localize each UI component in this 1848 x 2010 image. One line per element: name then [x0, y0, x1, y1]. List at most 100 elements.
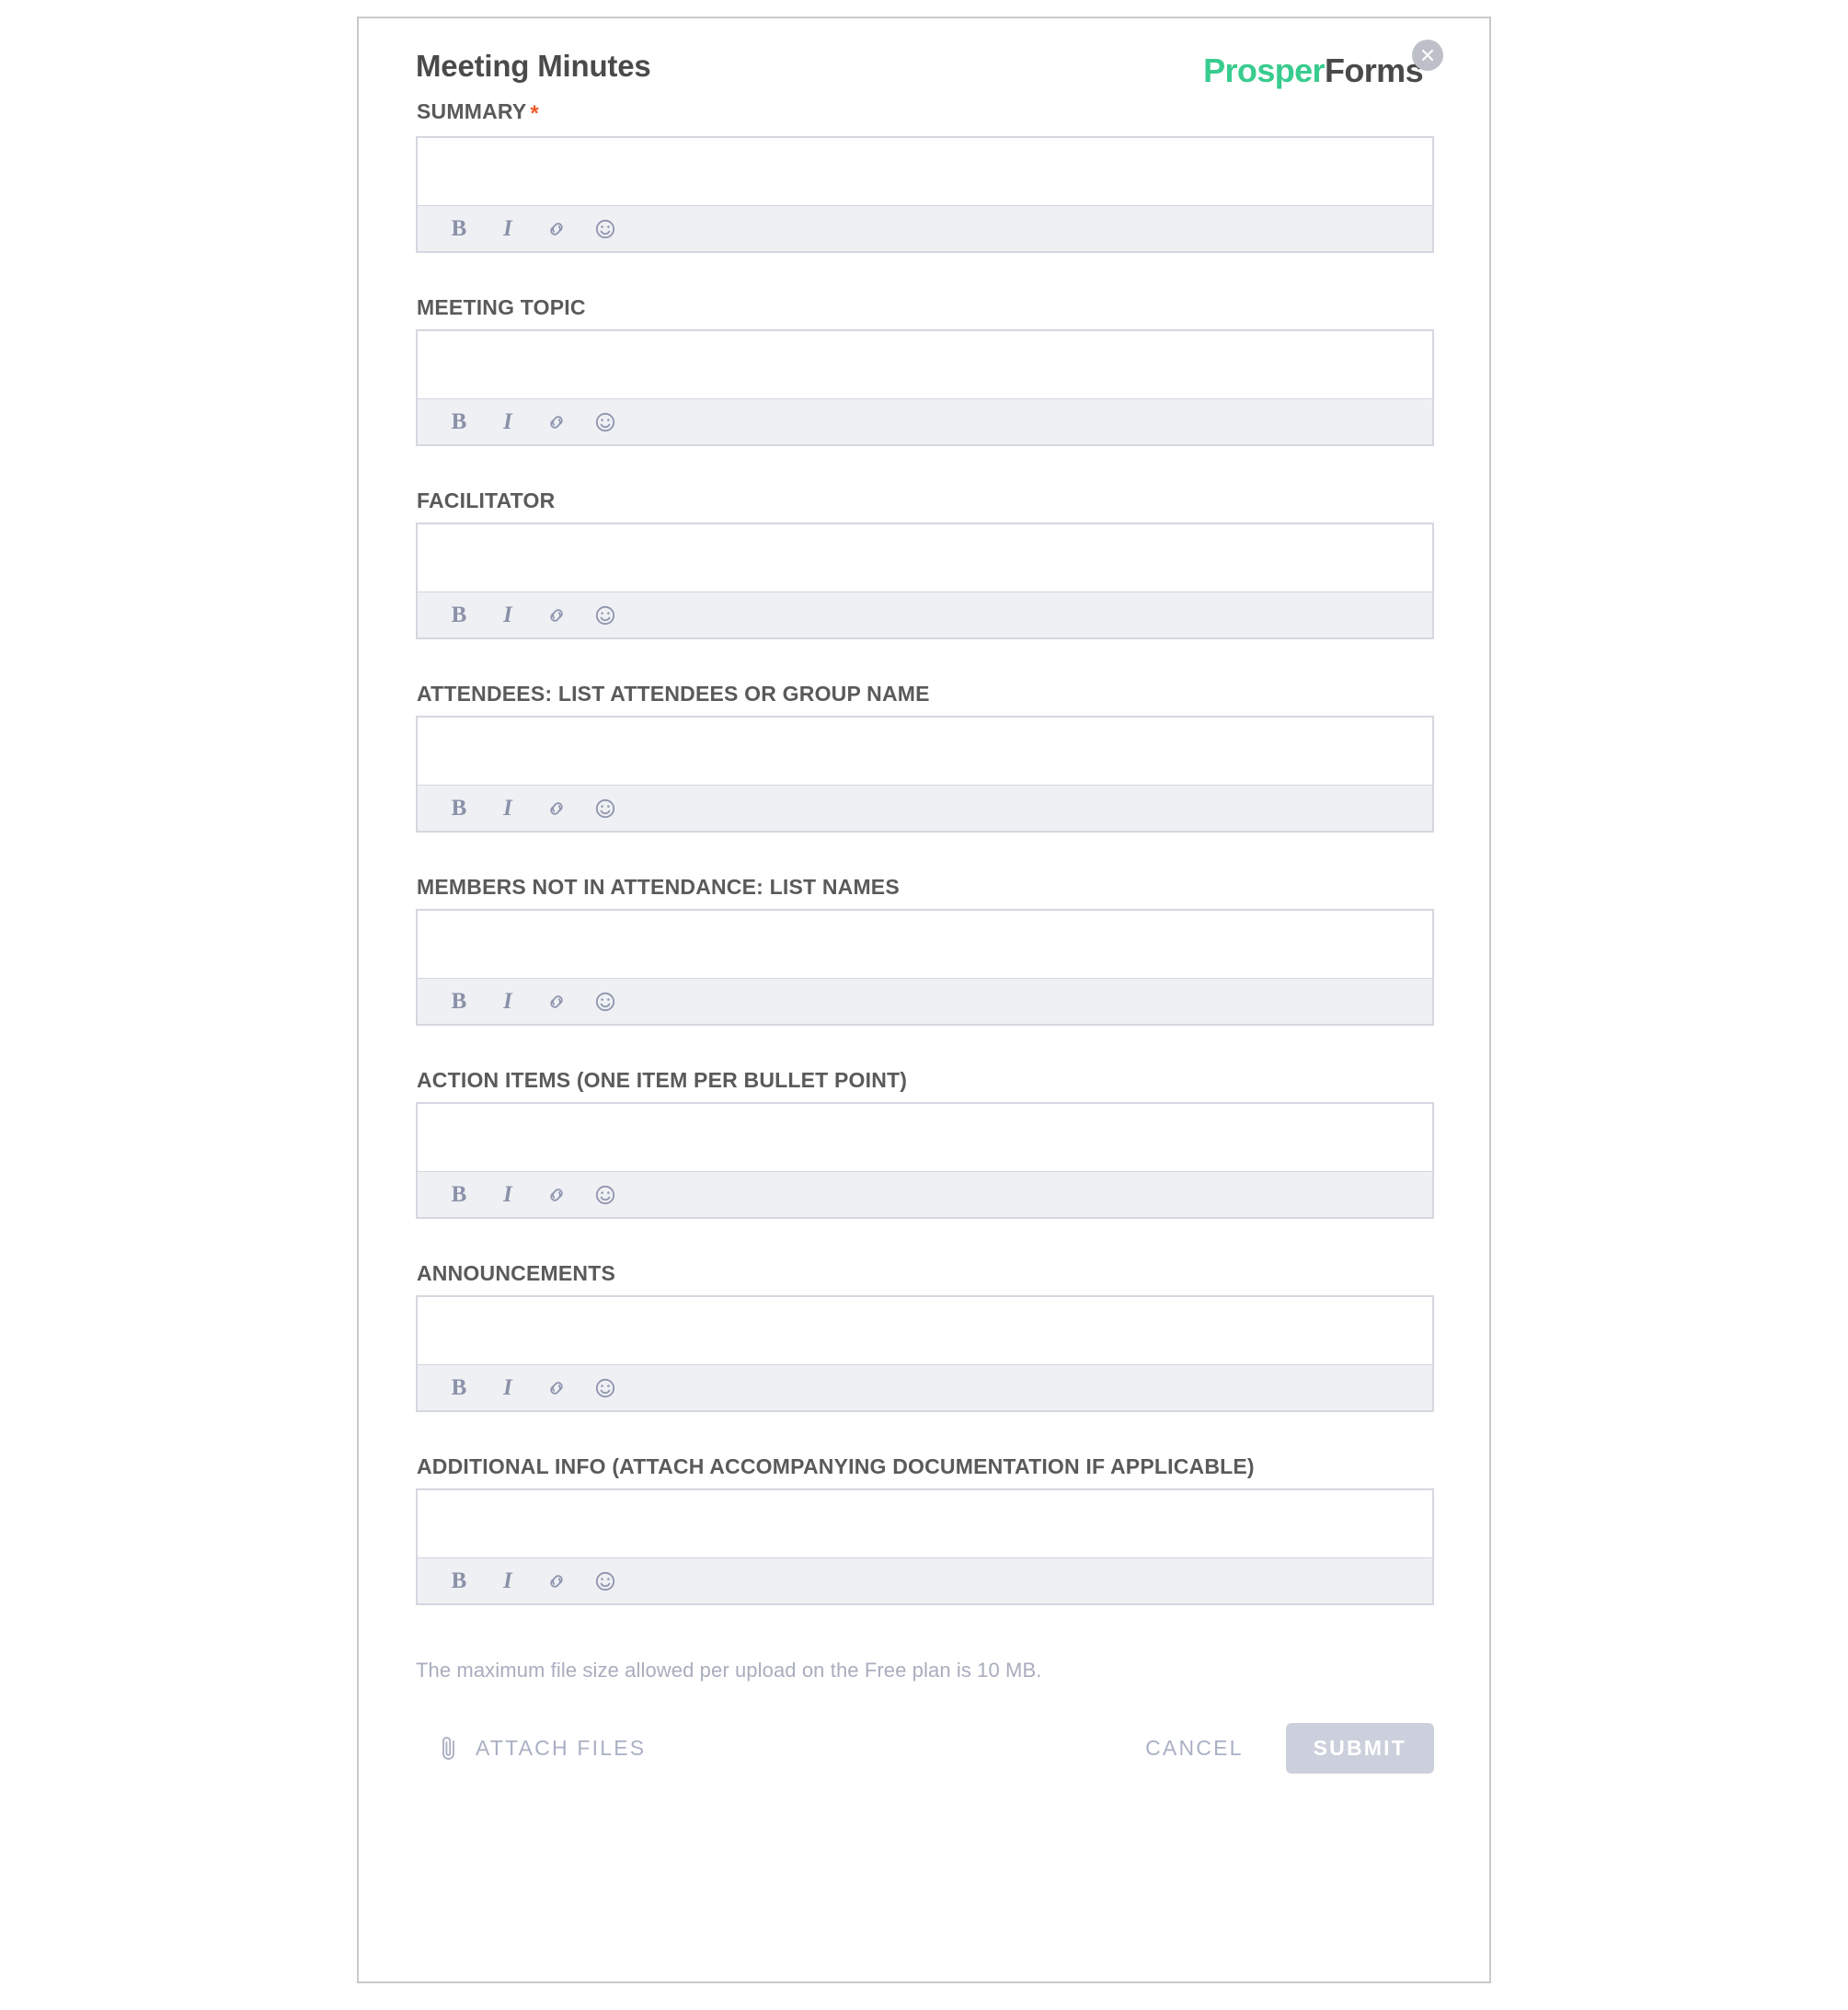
paperclip-icon — [437, 1734, 461, 1762]
attach-files-button[interactable]: ATTACH FILES — [416, 1734, 646, 1762]
rich-text-editor: BI — [416, 716, 1434, 833]
form-footer: The maximum file size allowed per upload… — [416, 1657, 1434, 1774]
bold-icon[interactable]: B — [445, 408, 473, 436]
form-field: MEMBERS NOT IN ATTENDANCE: LIST NAMES B I — [416, 873, 1434, 1026]
editor-toolbar: BI — [416, 1557, 1434, 1605]
field-label-text: FACILITATOR — [417, 488, 556, 512]
primary-actions: CANCEL SUBMIT — [1132, 1722, 1434, 1774]
field-label-text: ACTION ITEMS (ONE ITEM PER BULLET POINT) — [417, 1068, 908, 1092]
link-icon[interactable] — [543, 1568, 570, 1595]
bold-icon[interactable]: B — [445, 602, 473, 629]
field-input[interactable] — [416, 136, 1434, 205]
bold-icon[interactable]: B — [445, 215, 473, 243]
form-field: ADDITIONAL INFO (ATTACH ACCOMPANYING DOC… — [416, 1453, 1434, 1605]
emoji-icon[interactable] — [591, 408, 619, 436]
field-label-text: ATTENDEES: LIST ATTENDEES OR GROUP NAME — [417, 682, 930, 706]
field-label: ADDITIONAL INFO (ATTACH ACCOMPANYING DOC… — [416, 1453, 1432, 1488]
form-card-inner: Meeting Minutes ProsperForms SUMMARY * B I M… — [359, 18, 1489, 1981]
field-input[interactable] — [416, 1295, 1434, 1364]
field-label: ACTION ITEMS (ONE ITEM PER BULLET POINT) — [416, 1066, 1432, 1102]
field-label-text: ADDITIONAL INFO (ATTACH ACCOMPANYING DOC… — [417, 1454, 1255, 1478]
submit-button[interactable]: SUBMIT — [1285, 1722, 1434, 1774]
bold-icon[interactable]: B — [445, 1181, 473, 1209]
editor-toolbar: BI — [416, 785, 1434, 833]
field-label: MEETING TOPIC — [416, 293, 1432, 329]
emoji-icon[interactable] — [591, 1568, 619, 1595]
emoji-icon[interactable] — [591, 1181, 619, 1209]
rich-text-editor: BI — [416, 1102, 1434, 1219]
bold-icon[interactable]: B — [445, 795, 473, 822]
link-icon[interactable] — [543, 795, 570, 822]
page-root: Meeting Minutes ProsperForms SUMMARY * B I M… — [0, 0, 1848, 2010]
editor-toolbar: BI — [416, 398, 1434, 446]
form-fields-container: SUMMARY * B I MEETING TOPIC B I FACILITATOR B I AT… — [416, 98, 1434, 1605]
form-field: ATTENDEES: LIST ATTENDEES OR GROUP NAME B… — [416, 680, 1434, 833]
field-input[interactable] — [416, 1102, 1434, 1171]
cancel-button[interactable]: CANCEL — [1132, 1729, 1257, 1768]
field-label: FACILITATOR — [416, 487, 1432, 523]
field-label: MEMBERS NOT IN ATTENDANCE: LIST NAMES — [416, 873, 1432, 909]
close-icon — [1419, 47, 1436, 63]
footer-actions: ATTACH FILES CANCEL SUBMIT — [416, 1722, 1434, 1774]
field-label-text: SUMMARY — [417, 99, 527, 123]
editor-toolbar: BI — [416, 1364, 1434, 1412]
form-field: MEETING TOPIC B I — [416, 293, 1434, 446]
link-icon[interactable] — [543, 1181, 570, 1209]
attach-files-label: ATTACH FILES — [476, 1735, 647, 1760]
emoji-icon[interactable] — [591, 988, 619, 1016]
rich-text-editor: BI — [416, 1295, 1434, 1412]
editor-toolbar: BI — [416, 592, 1434, 639]
rich-text-editor: BI — [416, 1488, 1434, 1605]
italic-icon[interactable]: I — [494, 408, 522, 436]
field-input[interactable] — [416, 329, 1434, 398]
link-icon[interactable] — [543, 1374, 570, 1402]
italic-icon[interactable]: I — [494, 1374, 522, 1402]
prosperforms-logo: ProsperForms — [1203, 52, 1423, 90]
form-field: FACILITATOR B I — [416, 487, 1434, 639]
field-input[interactable] — [416, 909, 1434, 978]
link-icon[interactable] — [543, 408, 570, 436]
meeting-minutes-form-card: Meeting Minutes ProsperForms SUMMARY * B I M… — [357, 17, 1491, 1983]
italic-icon[interactable]: I — [494, 795, 522, 822]
italic-icon[interactable]: I — [494, 1181, 522, 1209]
logo-text-prosper: Prosper — [1203, 52, 1325, 89]
bold-icon[interactable]: B — [445, 1374, 473, 1402]
field-label-text: ANNOUNCEMENTS — [417, 1261, 615, 1285]
field-input[interactable] — [416, 716, 1434, 785]
field-label: SUMMARY * — [416, 98, 1432, 136]
form-header: Meeting Minutes ProsperForms — [416, 40, 1443, 98]
rich-text-editor: BI — [416, 523, 1434, 639]
link-icon[interactable] — [543, 988, 570, 1016]
emoji-icon[interactable] — [591, 795, 619, 822]
italic-icon[interactable]: I — [494, 988, 522, 1016]
form-field: ACTION ITEMS (ONE ITEM PER BULLET POINT)… — [416, 1066, 1434, 1219]
bold-icon[interactable]: B — [445, 988, 473, 1016]
form-field: ANNOUNCEMENTS B I — [416, 1259, 1434, 1412]
link-icon[interactable] — [543, 602, 570, 629]
logo-text-forms: Forms — [1324, 52, 1424, 89]
rich-text-editor: BI — [416, 136, 1434, 253]
field-input[interactable] — [416, 523, 1434, 592]
field-label: ANNOUNCEMENTS — [416, 1259, 1432, 1295]
emoji-icon[interactable] — [591, 215, 619, 243]
field-label-text: MEETING TOPIC — [417, 295, 586, 319]
field-label-text: MEMBERS NOT IN ATTENDANCE: LIST NAMES — [417, 875, 900, 899]
italic-icon[interactable]: I — [494, 1568, 522, 1595]
editor-toolbar: BI — [416, 205, 1434, 253]
emoji-icon[interactable] — [591, 602, 619, 629]
italic-icon[interactable]: I — [494, 602, 522, 629]
required-asterisk: * — [530, 101, 539, 126]
rich-text-editor: BI — [416, 329, 1434, 446]
bold-icon[interactable]: B — [445, 1568, 473, 1595]
file-size-note: The maximum file size allowed per upload… — [416, 1659, 1042, 1682]
italic-icon[interactable]: I — [494, 215, 522, 243]
rich-text-editor: BI — [416, 909, 1434, 1026]
editor-toolbar: BI — [416, 1171, 1434, 1219]
editor-toolbar: BI — [416, 978, 1434, 1026]
emoji-icon[interactable] — [591, 1374, 619, 1402]
link-icon[interactable] — [543, 215, 570, 243]
field-input[interactable] — [416, 1488, 1434, 1557]
close-button[interactable] — [1412, 40, 1443, 71]
form-field: SUMMARY * B I — [416, 98, 1434, 253]
field-label: ATTENDEES: LIST ATTENDEES OR GROUP NAME — [416, 680, 1432, 716]
